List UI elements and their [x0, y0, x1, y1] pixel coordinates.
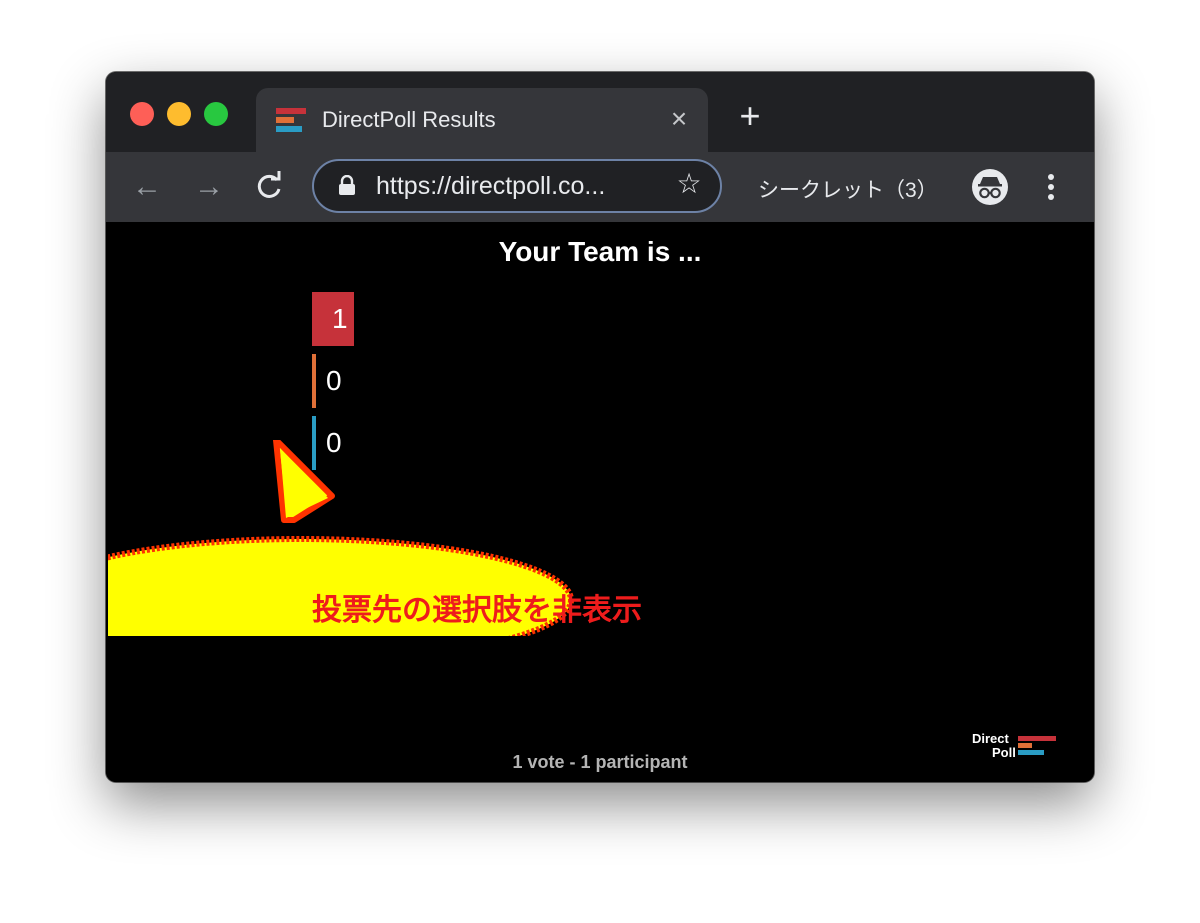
tab-close-icon[interactable]: × [664, 104, 694, 134]
directpoll-logo: Direct Poll [972, 732, 1062, 762]
vote-stats: 1 vote - 1 participant [512, 752, 688, 772]
tab-strip: DirectPoll Results × + [106, 72, 1094, 152]
annotation-text: 投票先の選択肢を非表示 [312, 594, 642, 627]
poll-title: Your Team is ... [498, 236, 702, 267]
incognito-label: シークレット（3） [758, 179, 938, 202]
tab-title: DirectPoll Results [322, 107, 496, 132]
browser-tab[interactable]: DirectPoll Results × [256, 88, 708, 152]
url-text: https://directpoll.co... [376, 172, 606, 200]
browser-toolbar: ← → https://directpoll.co... ☆ シークレット（3） [106, 152, 1094, 222]
window-maximize-button[interactable] [204, 102, 228, 126]
logo-text-direct: Direct [972, 731, 1009, 746]
incognito-icon[interactable] [972, 169, 1008, 205]
more-menu-icon[interactable] [1042, 172, 1060, 202]
reload-icon[interactable] [250, 168, 288, 206]
browser-window: DirectPoll Results × + ← → https://direc… [106, 72, 1094, 782]
result-count-1: 1 [332, 303, 348, 334]
address-bar[interactable]: https://directpoll.co... ☆ [312, 159, 722, 213]
window-close-button[interactable] [130, 102, 154, 126]
window-minimize-button[interactable] [167, 102, 191, 126]
bookmark-star-icon[interactable]: ☆ [674, 169, 704, 199]
result-count-2: 0 [326, 365, 342, 396]
logo-text-poll: Poll [992, 745, 1016, 760]
forward-arrow-icon[interactable]: → [190, 168, 228, 206]
lock-icon [338, 174, 356, 195]
new-tab-button[interactable]: + [734, 98, 766, 134]
back-arrow-icon[interactable]: ← [128, 168, 166, 206]
directpoll-favicon-icon [276, 106, 306, 134]
result-bar-2 [312, 354, 316, 408]
